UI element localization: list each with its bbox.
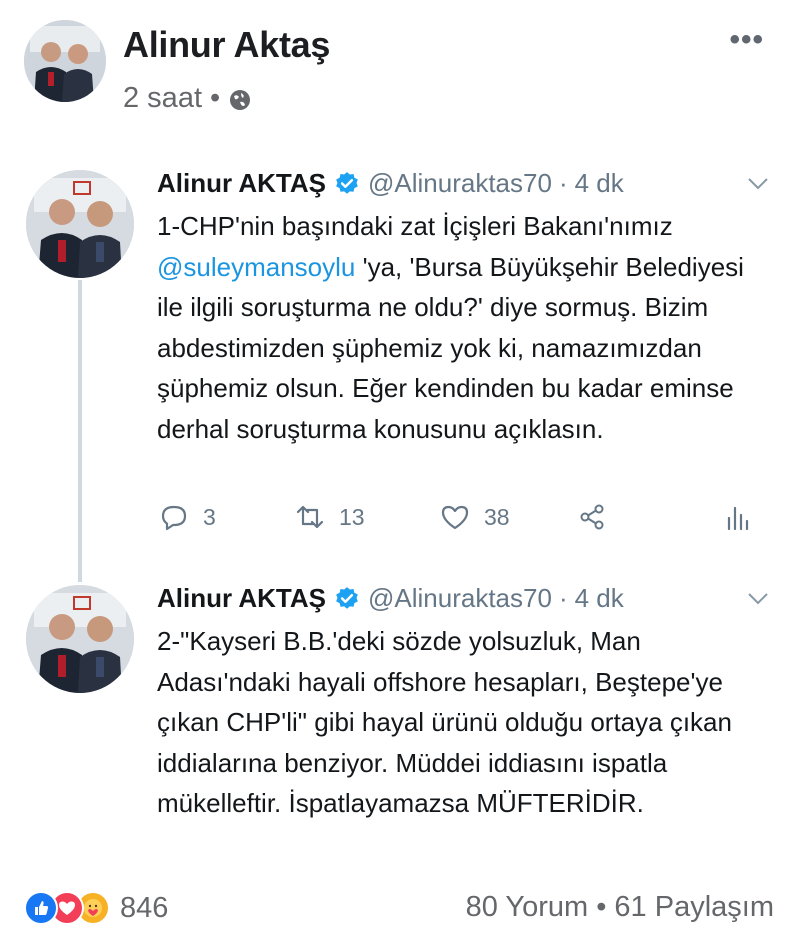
verified-badge-icon [334, 586, 360, 612]
globe-icon [228, 87, 252, 111]
chevron-down-icon[interactable] [746, 176, 770, 192]
engagement-stats: 80 Yorum • 61 Paylaşım [466, 891, 774, 924]
tweet-time[interactable]: 4 dk [575, 583, 624, 614]
retweet-count: 13 [339, 503, 365, 530]
tweet-header: Alinur AKTAŞ @Alinuraktas70 · 4 dk [157, 583, 624, 614]
author-name[interactable]: Alinur Aktaş [123, 24, 330, 66]
share-icon [580, 504, 604, 530]
post-header: Alinur Aktaş 2 saat • ••• [0, 0, 800, 130]
post-footer: 846 80 Yorum • 61 Paylaşım [0, 885, 800, 935]
like-button[interactable]: 38 [440, 502, 510, 532]
reaction-count: 846 [120, 891, 169, 924]
tweet-text-start: 1-CHP'nin başındaki zat İçişleri Bakanı'… [157, 211, 673, 241]
tweet-author-name[interactable]: Alinur AKTAŞ [157, 583, 326, 614]
reply-button[interactable]: 3 [159, 502, 216, 532]
like-count: 38 [484, 503, 510, 530]
tweet-actions: 3 13 38 [157, 502, 757, 542]
share-button[interactable] [577, 502, 607, 532]
mention-link[interactable]: @suleymansoylu [157, 252, 355, 282]
tweet-text: 1-CHP'nin başındaki zat İçişleri Bakanı'… [157, 206, 772, 449]
tweet-avatar[interactable] [26, 170, 134, 278]
verified-badge-icon [334, 171, 360, 197]
more-options-icon[interactable]: ••• [729, 25, 764, 55]
comments-count[interactable]: 80 Yorum [466, 891, 589, 923]
chevron-down-icon[interactable] [746, 591, 770, 607]
meta-dot: • [210, 82, 221, 114]
tweet-header: Alinur AKTAŞ @Alinuraktas70 · 4 dk [157, 168, 624, 199]
reply-count: 3 [203, 503, 216, 530]
tweet-handle[interactable]: @Alinuraktas70 [368, 583, 552, 614]
tweet-time[interactable]: 4 dk [575, 168, 624, 199]
stats-dot: • [596, 891, 607, 923]
retweet-icon [296, 505, 324, 529]
post-meta: 2 saat • [123, 82, 252, 115]
shares-count[interactable]: 61 Paylaşım [614, 891, 774, 923]
retweet-button[interactable]: 13 [295, 502, 365, 532]
header-separator: · [558, 168, 568, 198]
tweet-author-name[interactable]: Alinur AKTAŞ [157, 168, 326, 199]
reactions-summary[interactable]: 846 [24, 891, 168, 925]
header-separator: · [558, 583, 568, 613]
thread-line [78, 280, 82, 582]
author-avatar[interactable] [24, 20, 106, 102]
analytics-icon [727, 506, 749, 531]
like-reaction-icon [24, 891, 58, 925]
tweet-avatar[interactable] [26, 585, 134, 693]
analytics-button[interactable] [723, 502, 753, 532]
post-time[interactable]: 2 saat [123, 82, 202, 115]
heart-icon [441, 505, 469, 530]
tweet-handle[interactable]: @Alinuraktas70 [368, 168, 552, 199]
reply-icon [161, 505, 187, 531]
tweet-text: 2-"Kayseri B.B.'deki sözde yolsuzluk, Ma… [157, 626, 732, 818]
